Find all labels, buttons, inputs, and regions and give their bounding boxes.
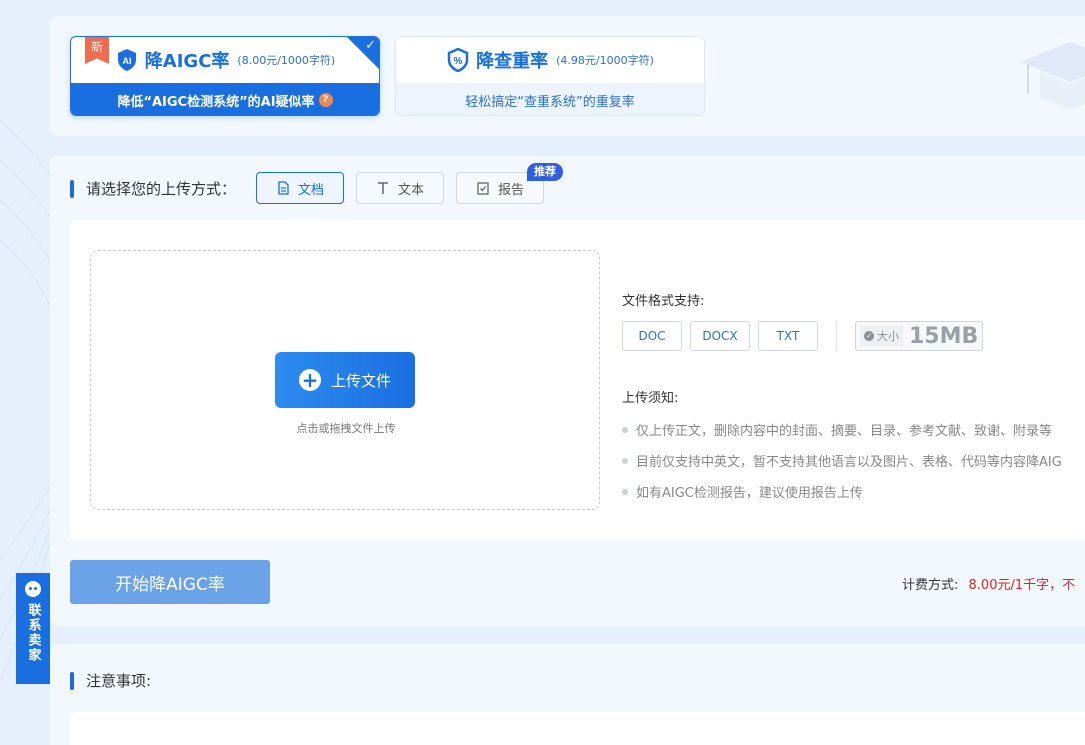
service-panel: 新 ✓ AI 降AIGC率 (8.00元/1000字符) 降低“AIGC检测系统… (50, 16, 1085, 136)
title-bar (70, 671, 74, 690)
upload-area: + 上传文件 点击或拖拽文件上传 文件格式支持: DOC DOCX TXT ✓ … (70, 220, 1085, 540)
size-label: ✓ 大小 (860, 326, 903, 346)
service-price: (4.98元/1000字符) (556, 54, 654, 67)
document-icon (278, 181, 289, 195)
title-bar (70, 179, 74, 198)
billing-value: 8.00元/1千字，不 (968, 578, 1076, 593)
percent-shield-icon: % (447, 48, 469, 72)
contact-label: 联系卖家 (25, 603, 41, 663)
service-card-reduce-aigc[interactable]: 新 ✓ AI 降AIGC率 (8.00元/1000字符) 降低“AIGC检测系统… (70, 36, 380, 116)
plus-icon: + (298, 369, 321, 391)
upload-file-button[interactable]: + 上传文件 (275, 352, 415, 408)
upload-method-title: 请选择您的上传方式： (70, 178, 236, 199)
service-price: (8.00元/1000字符) (237, 54, 336, 67)
tab-text[interactable]: 文本 (356, 172, 444, 204)
drop-hint: 点击或拖拽文件上传 (296, 422, 396, 435)
format-doc: DOC (622, 321, 682, 351)
graduation-cap-illustration (1020, 42, 1085, 110)
list-item: 目前仅支持中英文，暂不支持其他语言以及图片、表格、代码等内容降AIG (622, 451, 1062, 470)
start-reduce-aigc-button[interactable]: 开始降AIGC率 (70, 560, 270, 604)
check-icon: ✓ (365, 38, 376, 53)
list-item: 如有AIGC检测报告，建议使用报告上传 (622, 482, 1062, 501)
billing-label: 计费方式: (902, 578, 959, 593)
list-item: 仅上传正文，删除内容中的封面、摘要、目录、参考文献、致谢、附录等 (622, 420, 1062, 439)
bullet (622, 488, 628, 495)
service-name: 降AIGC率 (144, 51, 230, 72)
service-name: 降查重率 (476, 51, 549, 72)
size-limit: ✓ 大小 15MB (855, 321, 984, 351)
upload-panel: 请选择您的上传方式： 文档 文本 报告 推荐 + 上传文件 点击或拖拽文件上传 (50, 156, 1085, 626)
svg-text:AI: AI (122, 56, 131, 66)
notes-content (70, 712, 1085, 745)
format-txt: TXT (758, 321, 818, 351)
size-value: 15MB (909, 323, 979, 349)
chat-face-icon (25, 581, 41, 597)
svg-text:%: % (454, 56, 463, 67)
check-circle-icon: ✓ (864, 331, 874, 341)
format-docx: DOCX (690, 321, 750, 351)
notes-title: 注意事项: (70, 670, 151, 691)
service-description: 轻松搞定“查重系统”的重复率 (465, 94, 635, 110)
bullet (622, 426, 628, 433)
help-icon[interactable]: ? (318, 93, 333, 107)
file-dropzone[interactable]: + 上传文件 点击或拖拽文件上传 (90, 250, 600, 510)
ai-shield-icon: AI (117, 49, 136, 71)
upload-info: 文件格式支持: DOC DOCX TXT ✓ 大小 15MB 上传须知: 仅上传… (622, 290, 1062, 513)
divider (836, 321, 837, 351)
billing-info: 计费方式: 8.00元/1千字，不 (902, 574, 1075, 593)
tab-label: 文本 (397, 182, 424, 198)
format-label: 文件格式支持: (622, 294, 705, 309)
tab-document[interactable]: 文档 (256, 172, 344, 204)
contact-seller-button[interactable]: 联系卖家 (16, 573, 50, 684)
notice-title: 上传须知: (622, 391, 679, 406)
notice-list: 仅上传正文，删除内容中的封面、摘要、目录、参考文献、致谢、附录等 目前仅支持中英… (622, 420, 1062, 501)
notes-panel: 注意事项: (50, 644, 1085, 745)
report-icon (477, 182, 489, 195)
format-list: DOC DOCX TXT ✓ 大小 15MB (622, 321, 1062, 351)
text-icon (377, 182, 388, 194)
tab-label: 报告 (497, 182, 524, 198)
service-card-reduce-duplicate[interactable]: % 降查重率 (4.98元/1000字符) 轻松搞定“查重系统”的重复率 (395, 36, 705, 116)
tab-label: 文档 (297, 182, 324, 198)
upload-button-label: 上传文件 (330, 371, 391, 390)
recommend-tag: 推荐 (527, 163, 563, 181)
bullet (622, 457, 628, 464)
service-description: 降低“AIGC检测系统”的AI疑似率 (117, 94, 315, 110)
